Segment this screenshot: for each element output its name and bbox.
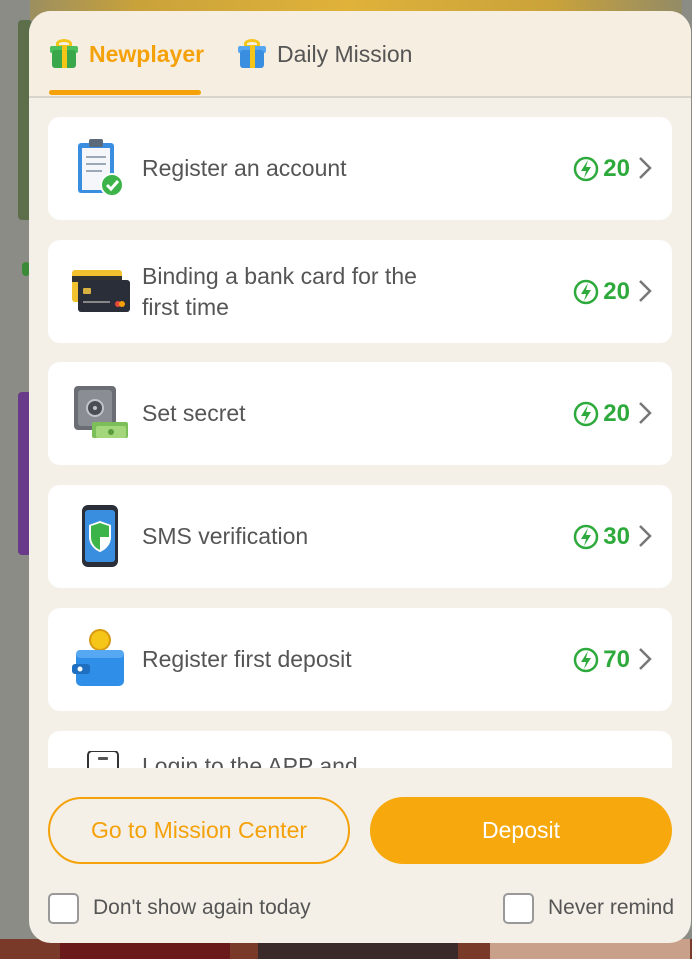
clipboard-check-icon	[70, 137, 130, 199]
background-left-strip	[0, 0, 32, 959]
chevron-right-icon	[639, 525, 652, 547]
mission-label: Register an account	[142, 155, 347, 181]
reward-value: 20	[603, 154, 630, 182]
reward: 20	[573, 240, 630, 343]
wallet-coin-icon	[70, 628, 130, 690]
tab-daily-mission[interactable]: Daily Mission	[237, 37, 412, 71]
never-remind-option[interactable]: Never remind	[503, 891, 674, 925]
dont-show-today-checkbox[interactable]	[48, 892, 79, 924]
reward-value: 70	[603, 645, 630, 673]
reward: 20	[573, 362, 630, 465]
mission-label: Binding a bank card for the first time	[142, 262, 417, 320]
mission-label: Login to the APP and	[142, 753, 358, 768]
mission-list[interactable]: Register an account 20 Binding a bank ca…	[48, 117, 672, 768]
lightning-icon	[574, 524, 599, 549]
phone-shield-icon	[70, 505, 130, 567]
mission-card-set-secret[interactable]: Set secret 20	[48, 362, 672, 465]
chevron-right-icon	[639, 402, 652, 424]
mission-card-first-deposit[interactable]: Register first deposit 70	[48, 608, 672, 711]
active-tab-indicator	[49, 90, 201, 95]
tab-label: Daily Mission	[277, 40, 413, 67]
mission-card-login-app[interactable]: Login to the APP and	[48, 731, 672, 768]
mission-card-register-account[interactable]: Register an account 20	[48, 117, 672, 220]
tab-label: Newplayer	[89, 40, 205, 67]
app-phone-icon	[70, 750, 130, 768]
mission-label: SMS verification	[142, 523, 309, 549]
lightning-icon	[574, 156, 599, 181]
never-remind-checkbox[interactable]	[503, 892, 534, 924]
reward-value: 20	[603, 277, 630, 305]
lightning-icon	[574, 647, 599, 672]
gift-icon	[49, 39, 79, 69]
dont-show-today-option[interactable]: Don't show again today	[48, 891, 311, 925]
reward-value: 20	[603, 399, 630, 427]
chevron-right-icon	[639, 157, 652, 179]
dont-show-today-label: Don't show again today	[93, 896, 311, 919]
reward: 70	[573, 608, 630, 711]
mission-modal: Newplayer Daily Mission Register an acco…	[29, 11, 691, 943]
chevron-right-icon	[639, 648, 652, 670]
mission-card-bind-bank-card[interactable]: Binding a bank card for the first time 2…	[48, 240, 672, 343]
never-remind-label: Never remind	[548, 896, 675, 919]
tab-newplayer[interactable]: Newplayer	[49, 37, 204, 71]
lightning-icon	[574, 401, 599, 426]
lightning-icon	[574, 279, 599, 304]
mission-label: Register first deposit	[142, 646, 352, 672]
tab-bar: Newplayer Daily Mission	[29, 11, 691, 98]
go-to-mission-center-button[interactable]: Go to Mission Center	[48, 797, 350, 864]
deposit-button[interactable]: Deposit	[370, 797, 672, 864]
bank-card-icon	[70, 260, 130, 322]
chevron-right-icon	[639, 280, 652, 302]
gift-icon	[237, 39, 267, 69]
reward-value: 30	[603, 522, 630, 550]
mission-label: Set secret	[142, 400, 246, 426]
reward: 20	[573, 117, 630, 220]
reward: 30	[573, 485, 630, 588]
safe-icon	[70, 382, 130, 444]
mission-card-sms-verification[interactable]: SMS verification 30	[48, 485, 672, 588]
